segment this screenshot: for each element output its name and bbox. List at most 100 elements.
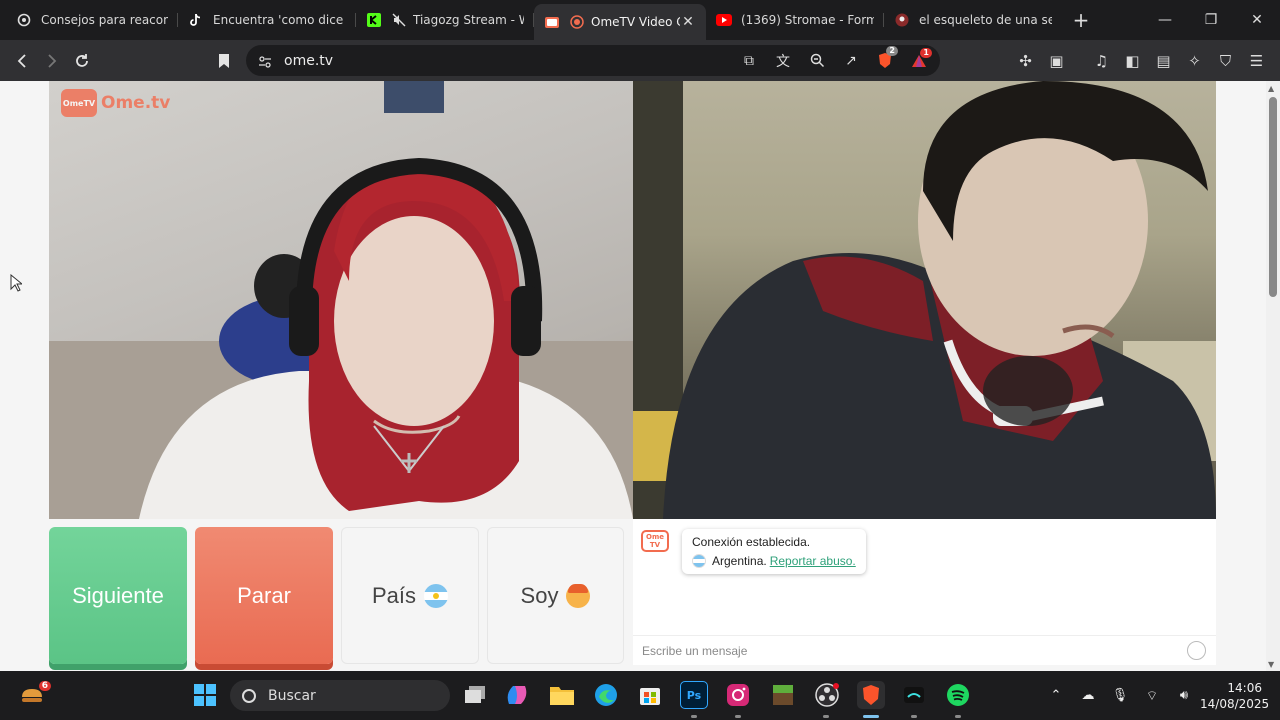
running-indicator — [955, 715, 961, 718]
search-icon — [242, 688, 256, 703]
onedrive-icon[interactable]: ☁ — [1072, 688, 1104, 703]
window-controls: — ❐ ✕ — [1142, 0, 1280, 40]
vpn-icon[interactable]: ⛉ — [1210, 52, 1241, 70]
zoom-icon[interactable] — [800, 53, 834, 68]
next-button[interactable]: Siguiente — [49, 527, 187, 664]
address-bar[interactable]: ome.tv ⧉ 文 ↗ 2 1 — [246, 45, 940, 76]
instagram-icon[interactable] — [724, 681, 752, 709]
tab-chatgpt[interactable]: Consejos para reacomodar — [0, 5, 178, 35]
microphone-icon[interactable]: 🎙︎ — [1104, 688, 1136, 703]
mouse-cursor-icon — [10, 273, 24, 296]
recording-icon — [569, 14, 585, 30]
sidebar-icon[interactable]: ◧ — [1117, 52, 1148, 70]
ometv-logo-text: Ome.tv — [101, 93, 171, 113]
share-icon[interactable]: ↗ — [834, 53, 868, 69]
wifi-icon[interactable]: ⌔ — [1136, 688, 1168, 704]
translate-icon[interactable]: 文 — [766, 51, 800, 71]
menu-icon[interactable]: ☰ — [1241, 52, 1272, 70]
running-indicator — [691, 715, 697, 718]
obs-icon[interactable] — [813, 681, 841, 709]
ometv-chat-avatar-icon: Ome TV — [641, 530, 669, 552]
brave-search-icon — [894, 12, 910, 28]
openai-icon — [16, 12, 32, 28]
tab-brave-search[interactable]: el esqueleto de una serp — [884, 5, 1062, 35]
forward-icon[interactable] — [37, 46, 67, 76]
wallet-icon[interactable]: ▤ — [1148, 52, 1179, 70]
scroll-up-icon[interactable]: ▲ — [1268, 84, 1274, 93]
spotify-icon[interactable] — [944, 681, 972, 709]
new-tab-button[interactable]: + — [1066, 8, 1096, 32]
tab-youtube[interactable]: (1369) Stromae - Formid — [706, 5, 884, 35]
file-explorer-icon[interactable] — [548, 681, 576, 709]
volume-icon[interactable]: 🔊︎ — [1168, 688, 1200, 703]
copilot-icon[interactable] — [503, 681, 531, 709]
ometv-logo: Ome TV Ome.tv — [61, 89, 170, 117]
stop-button[interactable]: Parar — [195, 527, 333, 664]
scrollbar-thumb[interactable] — [1269, 97, 1277, 297]
rewards-badge: 1 — [920, 47, 932, 58]
store-icon[interactable] — [636, 681, 664, 709]
ometv-logo-icon: Ome TV — [61, 89, 97, 117]
argentina-flag-icon — [424, 583, 449, 608]
argentina-flag-icon — [692, 554, 706, 568]
leo-ai-icon[interactable]: ✧ — [1179, 52, 1210, 70]
open-external-icon[interactable]: ⧉ — [732, 53, 766, 69]
extensions-icon[interactable]: ✣ — [1010, 52, 1041, 70]
start-icon[interactable] — [191, 681, 219, 709]
brave-rewards-icon[interactable]: 1 — [902, 47, 936, 68]
page-scrollbar[interactable]: ▲ ▼ — [1266, 81, 1280, 671]
weather-widget-icon[interactable]: 6 — [17, 681, 51, 709]
running-indicator — [823, 715, 829, 718]
media-icon[interactable]: ♫ — [1086, 52, 1117, 70]
weather-badge: 6 — [38, 681, 51, 691]
system-message: Conexión establecida. Argentina. Reporta… — [682, 529, 866, 574]
remote-video — [633, 81, 1216, 519]
bookmark-icon[interactable] — [209, 46, 239, 76]
tab-kick[interactable]: Tiagozg Stream - W — [356, 5, 534, 35]
country-button[interactable]: País — [341, 527, 479, 664]
tab-ometv[interactable]: OmeTV Video Cha ✕ — [534, 4, 706, 40]
report-abuse-link[interactable]: Reportar abuso. — [770, 554, 856, 568]
edge-icon[interactable] — [592, 681, 620, 709]
gender-button[interactable]: Soy — [487, 527, 624, 664]
minecraft-icon[interactable] — [769, 681, 797, 709]
reader-mode-icon[interactable]: ▣ — [1041, 52, 1072, 70]
ometv-page: Ome TV Ome.tv Siguiente Parar País Soy O… — [0, 81, 1266, 671]
muted-speaker-icon[interactable] — [391, 12, 407, 28]
capcut-icon[interactable] — [900, 681, 928, 709]
brave-shields-icon[interactable]: 2 — [868, 46, 902, 69]
running-indicator — [863, 715, 879, 718]
windows-taskbar: 6 Buscar Ps ⌃ ☁ 🎙︎ ⌔ 🔊︎ 14:06 14/08/2025 — [0, 671, 1280, 720]
minimize-icon[interactable]: — — [1142, 0, 1188, 40]
running-indicator — [735, 715, 741, 718]
remote-video-frame — [633, 81, 1216, 519]
restore-icon[interactable]: ❐ — [1188, 0, 1234, 40]
system-tray: ⌃ ☁ 🎙︎ ⌔ 🔊︎ 14:06 14/08/2025 — [1040, 671, 1280, 720]
ometv-icon — [544, 14, 560, 30]
tiktok-icon — [188, 12, 204, 28]
browser-tab-strip: Consejos para reacomodar Encuentra 'como… — [0, 0, 1280, 40]
photoshop-icon[interactable]: Ps — [680, 681, 708, 709]
connection-status: Conexión establecida. — [692, 535, 811, 549]
reload-icon[interactable] — [67, 46, 97, 76]
show-hidden-icons-icon[interactable]: ⌃ — [1040, 688, 1072, 703]
task-view-icon[interactable] — [461, 681, 489, 709]
clock[interactable]: 14:06 14/08/2025 — [1200, 680, 1280, 712]
running-indicator — [911, 715, 917, 718]
back-icon[interactable] — [7, 46, 37, 76]
local-video-frame — [49, 81, 633, 519]
message-input[interactable]: Escribe un mensaje — [633, 635, 1216, 665]
url-text[interactable]: ome.tv — [284, 53, 732, 69]
kick-icon — [366, 12, 382, 28]
tab-tiktok[interactable]: Encuentra 'como dice pu — [178, 5, 356, 35]
scroll-down-icon[interactable]: ▼ — [1268, 660, 1274, 669]
brave-badge: 2 — [886, 46, 898, 56]
site-info-icon[interactable] — [258, 54, 272, 68]
brave-browser-icon[interactable] — [857, 681, 885, 709]
boy-emoji-icon — [566, 583, 591, 608]
emoji-picker-icon[interactable] — [1187, 641, 1206, 660]
taskbar-search[interactable]: Buscar — [230, 680, 450, 711]
youtube-icon — [716, 12, 732, 28]
close-tab-icon[interactable]: ✕ — [680, 14, 696, 30]
close-window-icon[interactable]: ✕ — [1234, 0, 1280, 40]
